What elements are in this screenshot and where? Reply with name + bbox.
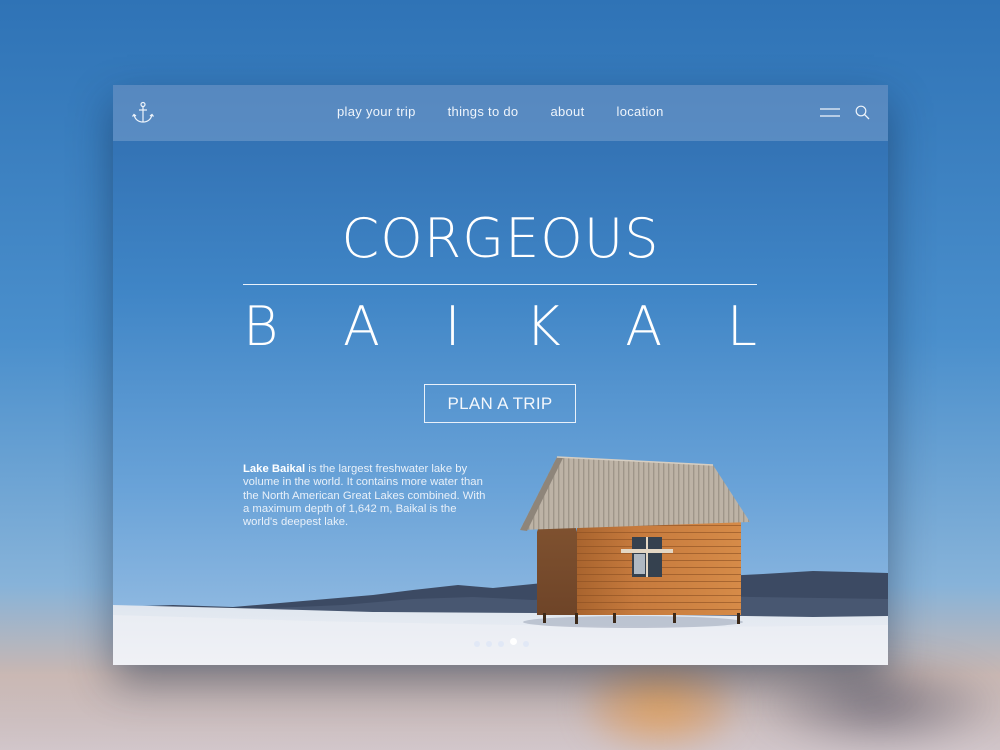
anchor-icon[interactable] (131, 101, 155, 125)
nav-link-things-to-do[interactable]: things to do (448, 104, 519, 119)
main-navigation: play your trip things to do about locati… (337, 104, 696, 119)
hero-title-line-2: B A I K A L (243, 295, 757, 358)
hero-title-letter: L (726, 295, 757, 358)
lake-description: Lake Baikal is the largest freshwater la… (243, 463, 493, 529)
lake-name-highlight: Lake Baikal (243, 463, 306, 475)
carousel-pagination (474, 637, 535, 647)
plan-a-trip-button[interactable]: PLAN A TRIP (424, 384, 576, 423)
hero-title-letter: I (444, 295, 461, 358)
hero-title-divider (243, 284, 757, 285)
hero-title-letter: A (343, 295, 380, 358)
hamburger-menu-icon[interactable] (820, 106, 840, 120)
hero-scene (113, 456, 888, 665)
background-hill-blur (760, 660, 1000, 750)
nav-link-play-your-trip[interactable]: play your trip (337, 104, 416, 119)
background-house-blur (585, 660, 735, 750)
carousel-dot[interactable] (523, 641, 529, 647)
nav-link-location[interactable]: location (617, 104, 664, 119)
top-navbar: play your trip things to do about locati… (113, 85, 888, 141)
hero-title-letter: B (243, 295, 279, 358)
carousel-dot[interactable] (498, 641, 504, 647)
nav-link-about[interactable]: about (550, 104, 584, 119)
carousel-dot-active[interactable] (510, 637, 517, 645)
landing-page-card: play your trip things to do about locati… (113, 85, 888, 665)
hero-title-letter: K (525, 295, 561, 358)
carousel-dot[interactable] (486, 641, 492, 647)
search-icon[interactable] (855, 105, 870, 120)
hero-title-line-1: CORGEOUS (341, 207, 660, 270)
hero-title-letter: A (625, 295, 663, 358)
carousel-dot[interactable] (474, 641, 480, 647)
